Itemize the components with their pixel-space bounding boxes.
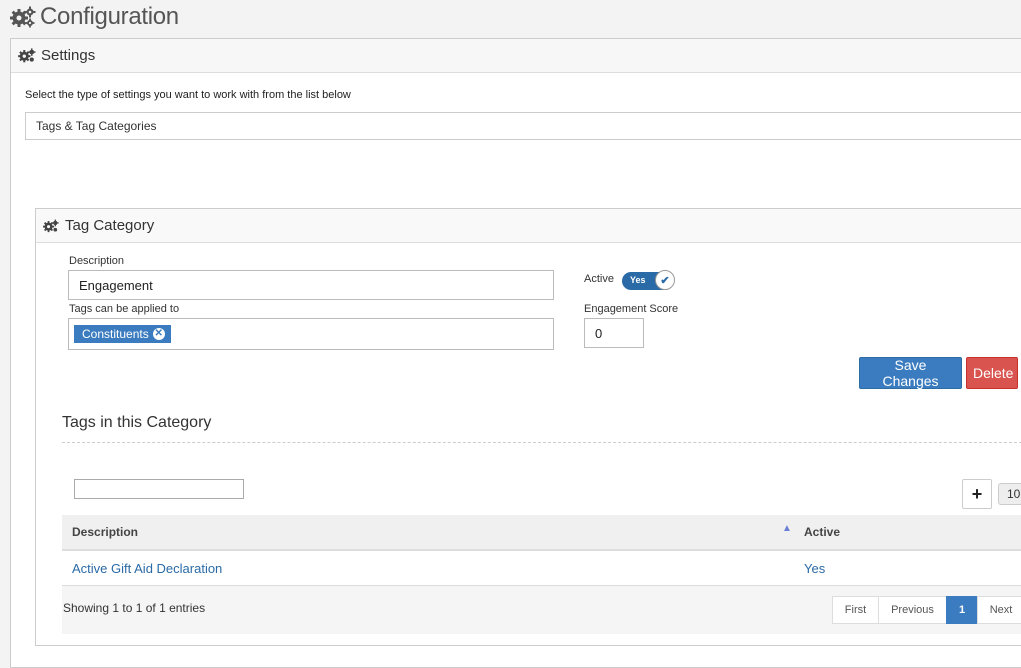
- description-label: Description: [69, 255, 125, 267]
- gears-icon: [18, 48, 36, 63]
- applies-to-chip: Constituents ✕: [74, 325, 171, 343]
- table-header: Description ▲ Active: [62, 515, 1021, 551]
- delete-button[interactable]: Delete: [966, 357, 1018, 389]
- engagement-score-label: Engagement Score: [584, 303, 679, 315]
- tag-category-header: Tag Category: [36, 209, 1021, 243]
- add-tag-button[interactable]: +: [962, 479, 992, 509]
- applies-to-label: Tags can be applied to: [69, 303, 180, 315]
- table-footer: Showing 1 to 1 of 1 entries First Previo…: [62, 586, 1021, 634]
- table-row: Active Gift Aid Declaration Yes: [62, 551, 1021, 586]
- gears-icon: [43, 219, 59, 232]
- gears-icon: [10, 6, 36, 28]
- pagination: First Previous 1 Next: [832, 596, 1021, 624]
- section-divider: [62, 442, 1021, 443]
- tags-section-title: Tags in this Category: [62, 414, 212, 431]
- active-toggle[interactable]: Yes ✔: [622, 270, 675, 290]
- settings-instruction: Select the type of settings you want to …: [25, 89, 351, 101]
- column-header-active[interactable]: Active: [804, 525, 840, 539]
- pager-next[interactable]: Next: [977, 596, 1021, 624]
- row-active-link[interactable]: Yes: [804, 561, 825, 576]
- table-info: Showing 1 to 1 of 1 entries: [63, 601, 206, 615]
- active-label: Active: [584, 273, 614, 285]
- row-description-link[interactable]: Active Gift Aid Declaration: [72, 561, 222, 576]
- pager-current[interactable]: 1: [946, 596, 978, 624]
- remove-circle-icon[interactable]: ✕: [152, 328, 165, 340]
- settings-panel-title: Settings: [41, 47, 96, 64]
- tags-search-input[interactable]: [74, 479, 244, 499]
- pager-first[interactable]: First: [832, 596, 879, 624]
- settings-panel-header: Settings: [11, 39, 1021, 73]
- description-input[interactable]: Engagement: [68, 270, 554, 300]
- save-changes-button[interactable]: Save Changes: [859, 357, 962, 389]
- chip-label: Constituents: [82, 327, 149, 341]
- engagement-score-input[interactable]: 0: [584, 318, 644, 348]
- page-title-text: Configuration: [40, 3, 179, 30]
- check-icon: ✔: [655, 270, 675, 290]
- active-toggle-text: Yes: [630, 275, 646, 285]
- settings-type-select[interactable]: Tags & Tag Categories: [25, 112, 1021, 140]
- page-length-select[interactable]: 10: [998, 483, 1021, 505]
- sort-asc-icon: ▲: [782, 523, 792, 534]
- column-header-description[interactable]: Description: [72, 525, 138, 539]
- settings-panel: Settings Select the type of settings you…: [10, 38, 1021, 668]
- page-title: Configuration: [10, 2, 179, 32]
- tag-category-title: Tag Category: [65, 217, 155, 234]
- applies-to-input[interactable]: Constituents ✕: [68, 318, 554, 350]
- tags-table: Description ▲ Active Active Gift Aid Dec…: [62, 515, 1021, 634]
- tag-category-panel: Tag Category Description Engagement Tags…: [35, 208, 1021, 646]
- pager-previous[interactable]: Previous: [878, 596, 947, 624]
